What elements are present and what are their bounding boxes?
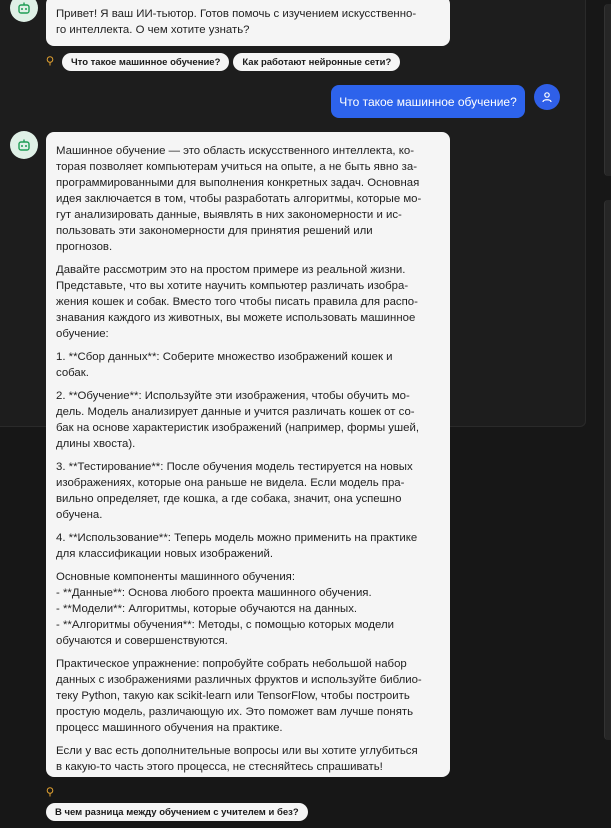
answer-paragraph: Основные компоненты машинного обучения: …: [56, 571, 394, 647]
robot-icon: [18, 139, 30, 151]
answer-paragraph: 3. **Тестирование**: После обучения моде…: [56, 461, 413, 521]
answer-paragraph: Практическое упражнение: попробуйте собр…: [56, 658, 422, 734]
answer-paragraph: 1. **Сбор данных**: Соберите множество и…: [56, 351, 393, 379]
answer-paragraph: 4. **Использование**: Теперь модель можн…: [56, 532, 418, 560]
bot-message-greeting: Привет! Я ваш ИИ-тьютор. Готов помочь с …: [46, 0, 450, 46]
suggestion-chip[interactable]: Что такое машинное обучение?: [62, 53, 230, 71]
suggestions-top: Что такое машинное обучение? Как работаю…: [62, 53, 401, 71]
answer-paragraph: Давайте рассмотрим это на простом пример…: [56, 264, 418, 340]
side-panel-edge-lower: [604, 200, 611, 740]
lightbulb-icon: [46, 56, 54, 66]
suggestion-chip[interactable]: Как работают нейронные сети?: [233, 53, 401, 71]
bot-message-answer: Машинное обучение — это область искусств…: [46, 132, 450, 777]
user-message: Что такое машинное обучение?: [331, 85, 525, 118]
robot-icon: [18, 2, 30, 14]
answer-paragraph: Машинное обучение — это область искусств…: [56, 145, 422, 253]
lightbulb-icon: [46, 787, 54, 797]
greeting-text: Привет! Я ваш ИИ-тьютор. Готов помочь с …: [56, 8, 417, 36]
user-avatar: [534, 84, 560, 110]
answer-paragraph: 2. **Обучение**: Используйте эти изображ…: [56, 390, 419, 450]
suggestion-chip[interactable]: В чем разница между обучением с учителем…: [46, 803, 308, 821]
side-panel-edge: [604, 4, 611, 176]
bot-avatar: [10, 131, 38, 159]
answer-paragraph: Если у вас есть дополнительные вопросы и…: [56, 745, 418, 773]
user-icon: [542, 92, 552, 103]
suggestions-bottom: В чем разница между обучением с учителем…: [46, 803, 308, 821]
